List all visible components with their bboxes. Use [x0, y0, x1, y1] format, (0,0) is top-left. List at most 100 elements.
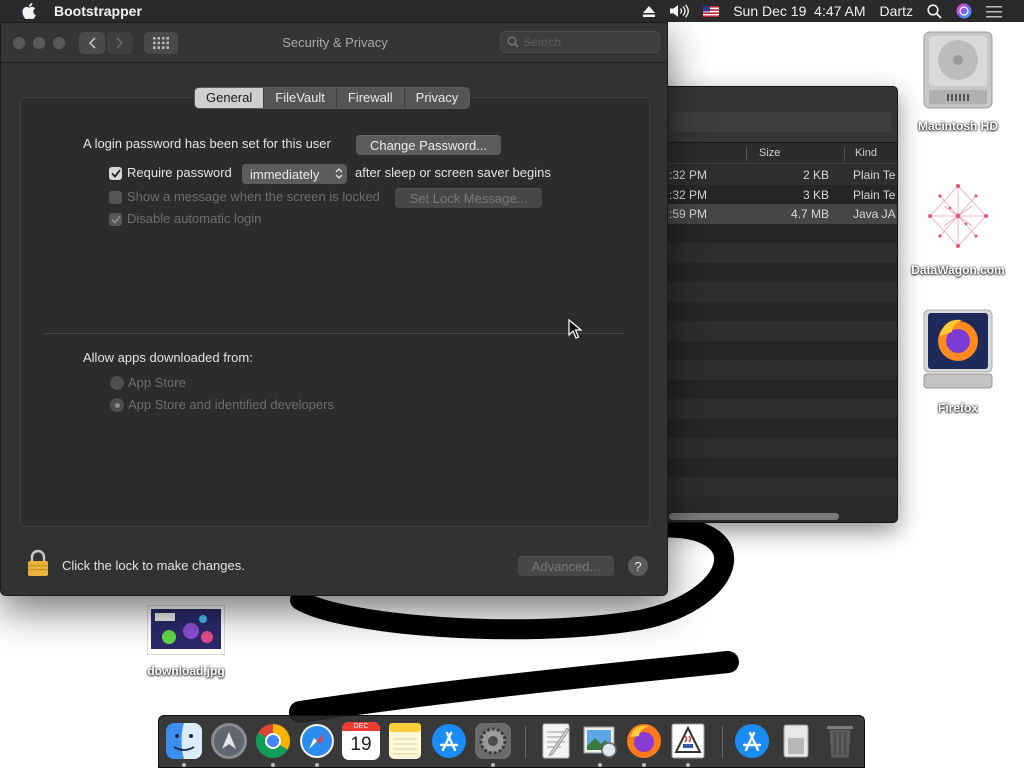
row-date: :32 PM: [669, 168, 708, 182]
calendar-icon[interactable]: DEC 19: [342, 722, 380, 760]
running-indicator: [686, 763, 690, 767]
radio-app-store-identified-label[interactable]: App Store and identified developers: [128, 397, 334, 412]
change-password-button[interactable]: Change Password...: [356, 135, 501, 155]
row-date: :59 PM: [669, 207, 708, 221]
require-password-label[interactable]: Require password: [127, 165, 232, 180]
volume-icon[interactable]: [669, 4, 690, 18]
empty-row: [641, 379, 897, 399]
help-button[interactable]: ?: [628, 556, 648, 576]
safari-icon[interactable]: [298, 722, 336, 760]
horizontal-scrollbar[interactable]: [669, 513, 839, 520]
apple-icon[interactable]: [21, 3, 37, 19]
tab-firewall[interactable]: Firewall: [335, 88, 404, 108]
calendar-day: 19: [350, 734, 372, 755]
trash-icon[interactable]: [821, 722, 859, 760]
show-message-checkbox[interactable]: [109, 191, 122, 204]
desktop-icon-download-jpg[interactable]: download.jpg: [131, 604, 241, 678]
tab-general[interactable]: General: [195, 88, 264, 108]
menubar-date-text[interactable]: Sun Dec 19: [733, 3, 806, 19]
table-row[interactable]: :59 PM 4.7 MB Java JA: [641, 204, 897, 224]
search-input[interactable]: [523, 35, 643, 49]
desktop-icon-label: Macintosh HD: [917, 119, 998, 133]
running-indicator: [598, 763, 602, 767]
menubar-time[interactable]: 4:47 AM: [814, 3, 865, 19]
empty-row: [641, 282, 897, 302]
require-password-value: immediately: [250, 166, 320, 182]
dock-separator: [722, 726, 723, 758]
finder-window[interactable]: Size Kind :32 PM 2 KB Plain Te :32 PM 3 …: [640, 86, 898, 523]
allow-apps-label: Allow apps downloaded from:: [83, 350, 253, 365]
column-separator: [844, 147, 845, 161]
checkmark-icon: [110, 215, 121, 224]
desktop-icon-firefox[interactable]: Firefox: [903, 308, 1013, 415]
disable-auto-login-label[interactable]: Disable automatic login: [127, 211, 261, 226]
radio-selected-dot: [114, 402, 120, 408]
desktop-icon-label: DataWagon.com: [911, 263, 1005, 277]
disable-auto-login-checkbox[interactable]: [109, 213, 122, 226]
eject-icon[interactable]: [643, 5, 656, 17]
set-lock-message-button[interactable]: Set Lock Message...: [395, 188, 542, 208]
empty-row: [641, 321, 897, 341]
system-preferences-icon[interactable]: [474, 722, 512, 760]
tab-bar: General FileVault Firewall Privacy: [194, 87, 471, 109]
search-icon[interactable]: [927, 3, 942, 19]
java-launcher-icon[interactable]: [669, 722, 707, 760]
control-center-icon[interactable]: [986, 5, 1002, 18]
menubar-user[interactable]: Dartz: [880, 3, 913, 19]
notes-icon[interactable]: [386, 722, 424, 760]
updown-chevron-icon: [335, 168, 343, 179]
finder-icon[interactable]: [165, 722, 203, 760]
radio-app-store-label[interactable]: App Store: [128, 375, 186, 390]
column-header-kind[interactable]: Kind: [855, 147, 877, 159]
table-row[interactable]: :32 PM 2 KB Plain Te: [641, 165, 897, 185]
desktop-icon-macintosh-hd[interactable]: Macintosh HD: [903, 30, 1013, 133]
empty-row: [641, 262, 897, 282]
radio-app-store[interactable]: [110, 376, 124, 390]
preview-icon[interactable]: [581, 722, 619, 760]
chrome-icon[interactable]: [254, 722, 292, 760]
require-password-popup[interactable]: immediately: [242, 164, 347, 184]
dock: DEC 19: [158, 715, 865, 768]
downloads-stack-icon[interactable]: [733, 722, 771, 760]
advanced-button[interactable]: Advanced...: [518, 556, 614, 576]
running-indicator: [182, 763, 186, 767]
lock-icon[interactable]: [26, 549, 50, 577]
row-kind: Plain Te: [853, 187, 896, 202]
show-message-label[interactable]: Show a message when the screen is locked: [127, 189, 380, 204]
empty-row: [641, 340, 897, 360]
tab-filevault[interactable]: FileVault: [263, 88, 336, 108]
running-indicator: [642, 763, 646, 767]
empty-row: [641, 223, 897, 243]
menubar-date[interactable]: Sun Dec 19 4:47 AM: [733, 3, 865, 19]
siri-icon[interactable]: [956, 3, 972, 19]
lock-text: Click the lock to make changes.: [62, 558, 245, 573]
row-kind: Plain Te: [853, 168, 896, 182]
app-store-icon[interactable]: [430, 722, 468, 760]
row-size: 2 KB: [802, 168, 829, 182]
desktop-icon-label: Firefox: [937, 401, 978, 415]
documents-stack-icon[interactable]: [777, 722, 815, 760]
window-titlebar[interactable]: Security & Privacy: [1, 23, 667, 63]
textedit-icon[interactable]: [537, 722, 575, 760]
table-row[interactable]: :32 PM 3 KB Plain Te: [641, 184, 897, 204]
running-indicator: [315, 763, 319, 767]
empty-row: [641, 477, 897, 497]
search-icon: [507, 36, 519, 48]
empty-row: [641, 301, 897, 321]
desktop-icon-label: download.jpg: [147, 664, 225, 678]
empty-row: [641, 438, 897, 458]
dock-separator: [525, 726, 526, 758]
finder-file-list: :32 PM 2 KB Plain Te :32 PM 3 KB Plain T…: [641, 165, 897, 497]
column-header-size[interactable]: Size: [759, 147, 780, 159]
security-privacy-window[interactable]: Security & Privacy General FileVault Fir…: [0, 22, 668, 596]
require-password-checkbox[interactable]: [109, 167, 122, 180]
active-app-name[interactable]: Bootstrapper: [54, 3, 142, 19]
tab-privacy[interactable]: Privacy: [403, 88, 470, 108]
desktop-icon-datawagon[interactable]: DataWagon.com: [903, 176, 1013, 277]
firefox-icon[interactable]: [625, 722, 663, 760]
empty-row: [641, 243, 897, 263]
radio-app-store-identified[interactable]: [110, 398, 124, 412]
launchpad-icon[interactable]: [210, 722, 248, 760]
search-field[interactable]: [500, 31, 660, 53]
us-flag-icon[interactable]: [703, 5, 720, 17]
